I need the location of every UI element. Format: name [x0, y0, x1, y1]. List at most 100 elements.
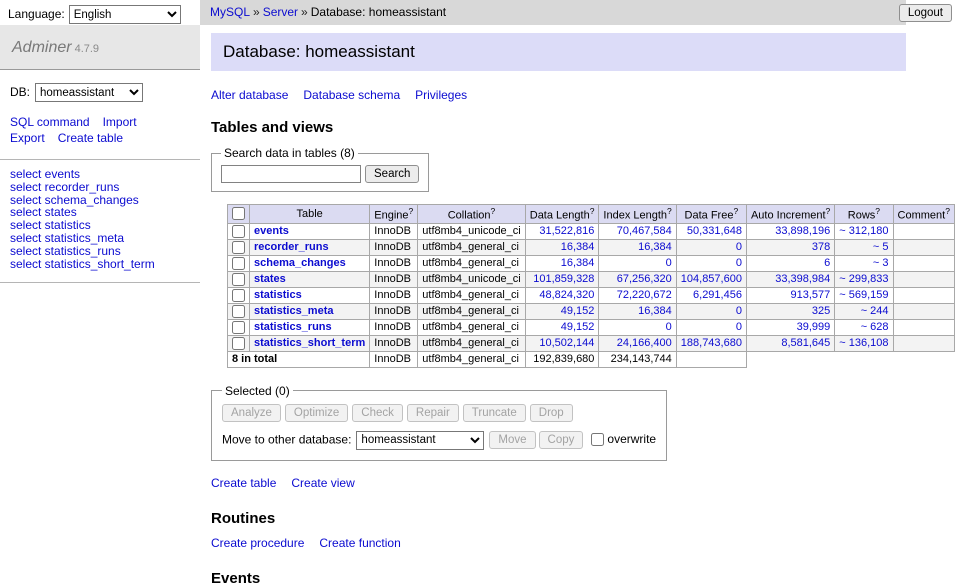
auto-increment-link[interactable]: 6: [751, 257, 830, 269]
data-length-link[interactable]: 101,859,328: [530, 273, 595, 285]
search-input[interactable]: [221, 165, 361, 183]
doc-link[interactable]: ?: [945, 206, 950, 216]
bulk-actions-row: AnalyzeOptimizeCheckRepairTruncateDrop: [222, 404, 656, 422]
auto-increment-link[interactable]: 33,898,196: [751, 225, 830, 237]
auto-increment-link[interactable]: 8,581,645: [751, 337, 830, 349]
index-length-link[interactable]: 16,384: [603, 241, 671, 253]
data-length-link[interactable]: 10,502,144: [530, 337, 595, 349]
search-button[interactable]: Search: [365, 165, 419, 183]
data-length-link[interactable]: 31,522,816: [530, 225, 595, 237]
data-free-link[interactable]: 0: [681, 241, 742, 253]
row-checkbox[interactable]: [232, 321, 245, 334]
sidebar-menu-link[interactable]: Export: [10, 131, 45, 145]
index-length-link[interactable]: 67,256,320: [603, 273, 671, 285]
auto-increment-link[interactable]: 913,577: [751, 289, 830, 301]
row-checkbox[interactable]: [232, 305, 245, 318]
row-checkbox[interactable]: [232, 225, 245, 238]
rows-count-link[interactable]: ~ 3: [839, 257, 888, 269]
rows-count-link[interactable]: ~ 569,159: [839, 289, 888, 301]
data-free-link[interactable]: 6,291,456: [681, 289, 742, 301]
row-checkbox[interactable]: [232, 289, 245, 302]
breadcrumb-link-server[interactable]: Server: [263, 5, 298, 19]
sidebar-menu-link[interactable]: Import: [103, 115, 137, 129]
auto-increment-link[interactable]: 325: [751, 305, 830, 317]
sidebar-menu-link[interactable]: SQL command: [10, 115, 90, 129]
app-name[interactable]: Adminer: [12, 39, 72, 56]
bulk-action-button[interactable]: Truncate: [463, 404, 526, 422]
bulk-action-button[interactable]: Analyze: [222, 404, 281, 422]
index-length-link[interactable]: 16,384: [603, 305, 671, 317]
index-length-link[interactable]: 0: [603, 321, 671, 333]
row-checkbox[interactable]: [232, 241, 245, 254]
select-all-checkbox[interactable]: [232, 207, 245, 220]
database-action-link[interactable]: Privileges: [415, 88, 467, 102]
copy-button[interactable]: Copy: [539, 431, 584, 449]
table-name-link[interactable]: statistics_runs: [254, 321, 332, 333]
rows-count-link[interactable]: ~ 136,108: [839, 337, 888, 349]
create-link[interactable]: Create table: [211, 476, 276, 490]
data-free-link[interactable]: 50,331,648: [681, 225, 742, 237]
row-checkbox[interactable]: [232, 257, 245, 270]
table-name-link[interactable]: statistics_short_term: [254, 337, 365, 349]
data-free-link[interactable]: 0: [681, 305, 742, 317]
data-length-link[interactable]: 16,384: [530, 241, 595, 253]
rows-count-link[interactable]: ~ 299,833: [839, 273, 888, 285]
data-length-link[interactable]: 49,152: [530, 305, 595, 317]
sidebar-table-select-link[interactable]: select statistics_meta: [10, 232, 190, 245]
row-checkbox[interactable]: [232, 273, 245, 286]
doc-link[interactable]: ?: [491, 206, 496, 216]
table-name-link[interactable]: states: [254, 273, 286, 285]
data-length-link[interactable]: 49,152: [530, 321, 595, 333]
data-free-link[interactable]: 0: [681, 321, 742, 333]
create-link[interactable]: Create view: [291, 476, 354, 490]
breadcrumb-link-mysql[interactable]: MySQL: [210, 5, 250, 19]
rows-count-link[interactable]: ~ 5: [839, 241, 888, 253]
sidebar-table-select-link[interactable]: select events: [10, 168, 190, 181]
language-select[interactable]: English: [69, 5, 181, 24]
sidebar-table-select-link[interactable]: select statistics_short_term: [10, 258, 190, 271]
table-name-link[interactable]: recorder_runs: [254, 241, 329, 253]
move-button[interactable]: Move: [489, 431, 535, 449]
sidebar-menu-link[interactable]: Create table: [58, 131, 123, 145]
data-free-link[interactable]: 0: [681, 257, 742, 269]
doc-link[interactable]: ?: [733, 206, 738, 216]
data-free-link[interactable]: 188,743,680: [681, 337, 742, 349]
bulk-action-button[interactable]: Optimize: [285, 404, 348, 422]
rows-count-link[interactable]: ~ 312,180: [839, 225, 888, 237]
table-name-link[interactable]: statistics_meta: [254, 305, 334, 317]
breadcrumb: MySQL»Server»Database: homeassistant: [200, 0, 906, 25]
auto-increment-link[interactable]: 378: [751, 241, 830, 253]
index-length-link[interactable]: 0: [603, 257, 671, 269]
doc-link[interactable]: ?: [875, 206, 880, 216]
table-name-link[interactable]: events: [254, 225, 289, 237]
table-name-link[interactable]: statistics: [254, 289, 302, 301]
database-action-link[interactable]: Alter database: [211, 88, 288, 102]
index-length-link[interactable]: 72,220,672: [603, 289, 671, 301]
data-length-link[interactable]: 48,824,320: [530, 289, 595, 301]
bulk-action-button[interactable]: Drop: [530, 404, 573, 422]
auto-increment-link[interactable]: 39,999: [751, 321, 830, 333]
auto-increment-link[interactable]: 33,398,984: [751, 273, 830, 285]
database-action-link[interactable]: Database schema: [303, 88, 400, 102]
doc-link[interactable]: ?: [826, 206, 831, 216]
move-db-select[interactable]: homeassistant: [356, 431, 484, 450]
data-free-link[interactable]: 104,857,600: [681, 273, 742, 285]
bulk-action-button[interactable]: Check: [352, 404, 403, 422]
table-name-link[interactable]: schema_changes: [254, 257, 346, 269]
bulk-action-button[interactable]: Repair: [407, 404, 459, 422]
sidebar-table-select-link[interactable]: select recorder_runs: [10, 181, 190, 194]
doc-link[interactable]: ?: [409, 206, 414, 216]
doc-link[interactable]: ?: [667, 206, 672, 216]
db-select[interactable]: homeassistant: [35, 83, 143, 102]
overwrite-checkbox[interactable]: [591, 433, 604, 446]
sidebar-table-select-link[interactable]: select statistics_runs: [10, 245, 190, 258]
row-checkbox[interactable]: [232, 337, 245, 350]
rows-count-link[interactable]: ~ 244: [839, 305, 888, 317]
logout-button[interactable]: Logout: [899, 4, 952, 22]
rows-count-link[interactable]: ~ 628: [839, 321, 888, 333]
data-length-link[interactable]: 16,384: [530, 257, 595, 269]
engine-cell: InnoDB: [370, 255, 418, 271]
index-length-link[interactable]: 70,467,584: [603, 225, 671, 237]
index-length-link[interactable]: 24,166,400: [603, 337, 671, 349]
doc-link[interactable]: ?: [590, 206, 595, 216]
